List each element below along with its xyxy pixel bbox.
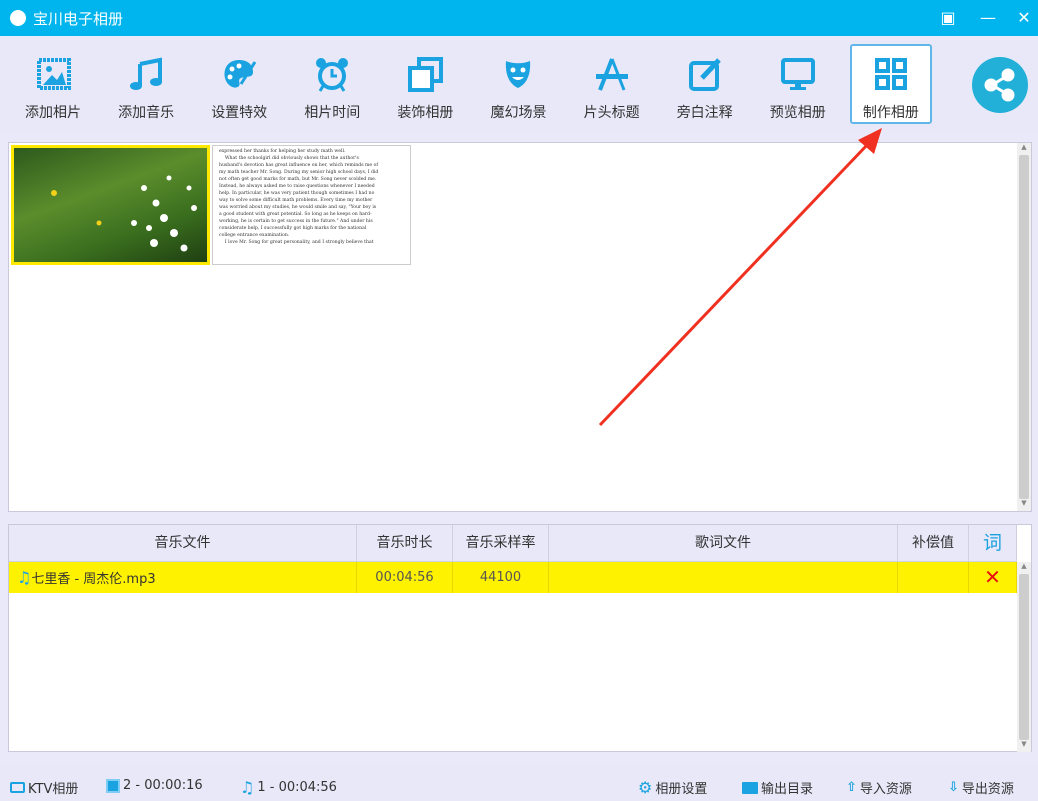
- toolbar-button-10[interactable]: 制作相册: [849, 44, 932, 124]
- download-icon: ⇩: [948, 780, 959, 795]
- image-icon: [37, 58, 71, 90]
- text-line: husband's devotion has great influence o…: [219, 163, 379, 168]
- layers-icon: [408, 57, 444, 92]
- header-offset[interactable]: 补偿值: [898, 525, 969, 561]
- toolbar-button-label: 设置特效: [211, 105, 268, 121]
- toolbar-button-5[interactable]: 装饰相册: [384, 44, 466, 124]
- sample-rate-cell: 44100: [453, 562, 549, 593]
- app-logo-icon: [10, 10, 26, 26]
- toolbar-button-label: 装饰相册: [397, 105, 454, 121]
- image-icon: [106, 778, 120, 793]
- toolbar-button-9[interactable]: 预览相册: [757, 44, 839, 124]
- text-line: I love Mr. Song for great personality, a…: [219, 240, 374, 245]
- music-scrollbar[interactable]: ▲ ▼: [1017, 562, 1031, 752]
- music-table: 音乐文件 音乐时长 音乐采样率 歌词文件 补偿值 词 ♫七里香 - 周杰伦.mp…: [8, 524, 1032, 752]
- lyrics-icon[interactable]: 词: [969, 525, 1017, 561]
- status-bar: KTV相册 2 - 00:00:16 ♫ 1 - 00:04:56 ⚙ 相册设置 输…: [0, 765, 1038, 801]
- music-note-icon: ♫: [240, 778, 255, 797]
- window-title: 宝川电子相册: [33, 10, 124, 28]
- toolbar-button-2[interactable]: 添加音乐: [105, 44, 187, 124]
- monitor-icon: [780, 58, 815, 90]
- music-table-header: 音乐文件 音乐时长 音乐采样率 歌词文件 补偿值 词: [9, 525, 1017, 562]
- menu-button[interactable]: ▣: [936, 6, 960, 30]
- grid-icon: [874, 58, 907, 90]
- header-sample-rate[interactable]: 音乐采样率: [453, 525, 549, 561]
- toolbar-button-4[interactable]: 相片时间: [291, 44, 373, 124]
- import-resources-button[interactable]: ⇧ 导入资源: [846, 778, 912, 797]
- palette-icon: [224, 60, 257, 88]
- photo-thumbnail-grass[interactable]: [11, 145, 210, 265]
- toolbar-button-6[interactable]: 魔幻场景: [478, 44, 560, 124]
- text-line: my math teacher Mr. Song. During my seni…: [219, 170, 379, 175]
- toolbar-button-7[interactable]: 片头标题: [571, 44, 653, 124]
- toolbar-button-label: 魔幻场景: [490, 105, 547, 121]
- toolbar-button-label: 预览相册: [769, 105, 826, 121]
- text-line: not often get good marks for math, but M…: [219, 177, 377, 182]
- text-line: considerate help, I successfully got hig…: [219, 226, 367, 231]
- header-music-file[interactable]: 音乐文件: [9, 525, 357, 561]
- photo-count: 2 - 00:00:16: [106, 778, 203, 793]
- gear-icon: ⚙: [638, 778, 653, 797]
- toolbar: 添加相片 添加音乐 设置特效 相片时间 装饰相册 魔幻场景 片头标题 旁白注释 预览相册 制作相册: [0, 36, 1038, 132]
- daisy-image: [51, 175, 197, 252]
- music-file-cell: ♫七里香 - 周杰伦.mp3: [9, 562, 357, 593]
- minimize-button[interactable]: —: [976, 6, 1000, 30]
- delete-icon[interactable]: ✕: [969, 562, 1017, 593]
- toolbar-button-label: 添加音乐: [118, 105, 175, 121]
- toolbar-button-3[interactable]: 设置特效: [198, 44, 280, 124]
- upload-icon: ⇧: [846, 780, 857, 795]
- photo-list-panel: expressed her thanks for helping her stu…: [8, 142, 1032, 512]
- header-lyrics-file[interactable]: 歌词文件: [549, 525, 898, 561]
- toolbar-button-label: 旁白注释: [676, 105, 733, 121]
- text-line: a good student with great potential. So …: [219, 212, 372, 217]
- header-duration[interactable]: 音乐时长: [357, 525, 453, 561]
- text-line: What the schoolgirl did obviously shows …: [219, 156, 359, 161]
- export-resources-button[interactable]: ⇩ 导出资源: [948, 778, 1014, 797]
- music-note-icon: ♫: [17, 568, 32, 587]
- toolbar-button-label: 相片时间: [304, 105, 361, 121]
- text-line: college entrance examination.: [219, 233, 290, 238]
- share-icon: [984, 68, 1015, 102]
- theater-mask-icon: [505, 61, 530, 88]
- text-line: Instead, he always asked me to raise que…: [219, 184, 375, 189]
- text-line: expressed her thanks for helping her stu…: [219, 149, 346, 154]
- share-button[interactable]: [972, 57, 1028, 113]
- monitor-icon: [10, 782, 25, 793]
- toolbar-button-1[interactable]: 添加相片: [12, 44, 94, 124]
- text-line: way to solve some difficult math problem…: [219, 198, 373, 203]
- close-button[interactable]: ✕: [1012, 6, 1036, 30]
- photo-thumbnail-text[interactable]: expressed her thanks for helping her stu…: [212, 145, 411, 265]
- album-settings-button[interactable]: ⚙ 相册设置: [638, 778, 707, 797]
- edit-icon: [688, 58, 721, 91]
- music-note-icon: [130, 57, 163, 90]
- ktv-album-button[interactable]: KTV相册: [10, 778, 78, 797]
- title-bar: 宝川电子相册 ▣ — ✕: [0, 0, 1038, 36]
- lyrics-cell[interactable]: [549, 562, 898, 593]
- offset-cell[interactable]: [898, 562, 969, 593]
- toolbar-button-label: 片头标题: [583, 105, 640, 121]
- table-row[interactable]: ♫七里香 - 周杰伦.mp3 00:04:56 44100 ✕: [9, 562, 1017, 593]
- text-line: help. In particular, he was very patient…: [219, 191, 375, 196]
- music-count: ♫ 1 - 00:04:56: [240, 778, 337, 797]
- title-icon: [595, 58, 628, 91]
- alarm-clock-icon: [316, 58, 349, 92]
- folder-icon: [742, 781, 758, 794]
- toolbar-button-label: 添加相片: [25, 105, 81, 121]
- toolbar-button-8[interactable]: 旁白注释: [664, 44, 746, 124]
- duration-cell: 00:04:56: [357, 562, 453, 593]
- text-line: working, he is certain to get success in…: [219, 219, 373, 224]
- output-directory-button[interactable]: 输出目录: [742, 778, 813, 797]
- text-line: was worried about my studies, he would s…: [219, 205, 377, 210]
- photo-scrollbar[interactable]: ▲ ▼: [1017, 143, 1031, 511]
- music-file-name: 七里香 - 周杰伦.mp3: [31, 572, 156, 587]
- toolbar-button-label: 制作相册: [862, 105, 919, 121]
